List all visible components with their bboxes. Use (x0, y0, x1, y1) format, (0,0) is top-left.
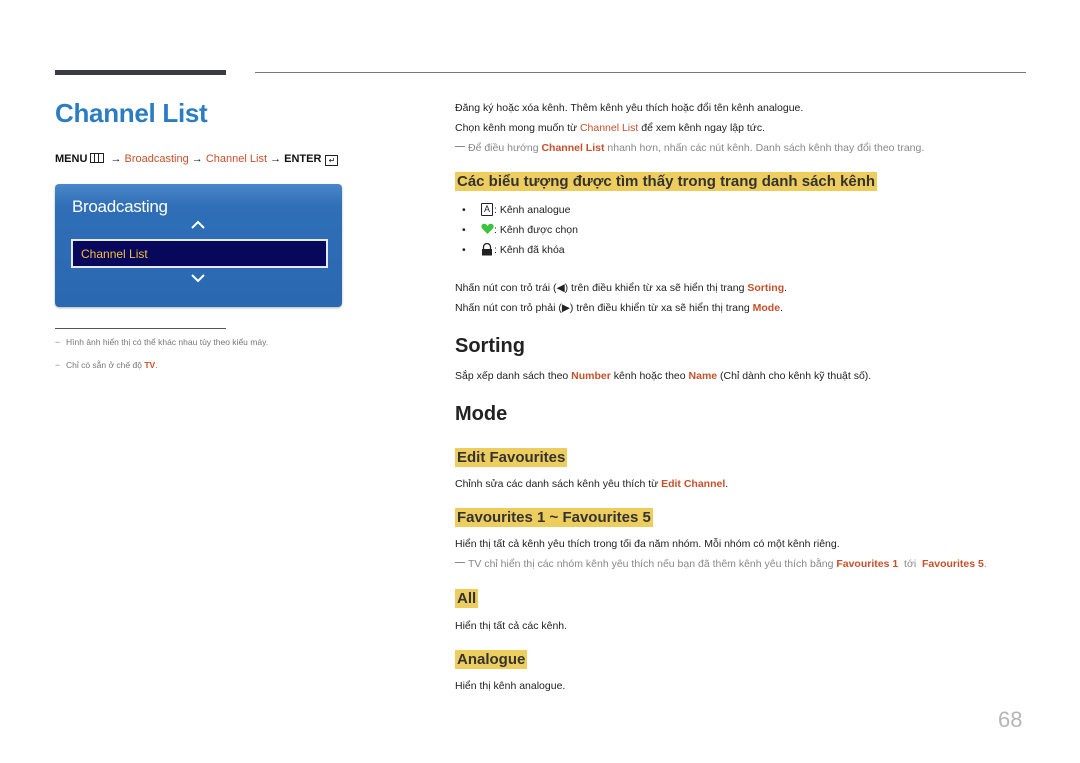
breadcrumb-arrow: → (270, 153, 282, 165)
text: Sắp xếp danh sách theo (455, 370, 572, 382)
analogue-heading: Analogue (455, 650, 528, 669)
menu-grid-icon (90, 153, 105, 163)
favourites-5-ref: Favourites 5 (922, 558, 984, 570)
text: Chỉnh sửa các danh sách kênh yêu thích t… (455, 478, 662, 490)
bullet: • (462, 204, 466, 216)
note-dash: − (55, 337, 60, 347)
enter-icon: ↵ (325, 155, 339, 166)
icon-label: : Kênh analogue (494, 204, 571, 216)
breadcrumb-arrow: → (191, 153, 203, 165)
note-text-end: . (155, 360, 158, 370)
header-rule-thick (55, 70, 226, 75)
text: ) trên điều khiển từ xa sẽ hiển thị tran… (564, 282, 748, 294)
note-text: Hình ảnh hiển thị có thể khác nhau tùy t… (65, 337, 269, 347)
favourites-heading: Favourites 1 ~ Favourites 5 (455, 508, 653, 527)
osd-item-label: Channel List (81, 247, 148, 261)
mode-heading: Mode (455, 403, 508, 425)
note-tv-mode-only: − Chỉ có sẵn ở chế độ TV. (55, 360, 158, 370)
edit-favourites-heading: Edit Favourites (455, 448, 568, 467)
note-dash: − (55, 360, 60, 370)
analogue-a-icon: A (481, 203, 493, 216)
number-ref: Number (571, 370, 611, 382)
text: . (725, 478, 729, 490)
text: ) trên điều khiển từ xa sẽ hiển thị tran… (569, 302, 753, 314)
bullet: • (462, 244, 466, 256)
breadcrumb-arrow: → (110, 153, 122, 165)
chevron-down-icon[interactable] (191, 274, 205, 283)
broadcasting-menu-panel: Broadcasting Channel List (55, 184, 342, 307)
all-description: Hiển thị tất cả các kênh. (455, 620, 568, 632)
text: Chọn kênh mong muốn từ (455, 122, 580, 134)
heart-icon (481, 223, 494, 234)
text: nhanh hơn, nhấn các nút kênh. Danh sách … (604, 142, 925, 154)
left-arrow-icon: ◀ (556, 282, 565, 294)
text: Nhấn nút con trỏ phải ( (455, 302, 562, 314)
osd-item-channel-list[interactable]: Channel List (71, 239, 328, 268)
name-ref: Name (688, 370, 718, 382)
text: kênh hoặc theo (610, 370, 689, 382)
enter-label: ENTER (284, 153, 322, 165)
text: Để điều hướng (468, 142, 542, 154)
all-heading: All (455, 589, 479, 608)
icons-section-heading: Các biểu tượng được tìm thấy trong trang… (455, 172, 878, 191)
intro-line-2: Chọn kênh mong muốn từ Channel List để x… (455, 122, 765, 134)
text: Nhấn nút con trỏ trái ( (455, 282, 557, 294)
text: . (784, 282, 788, 294)
note-model-difference: − Hình ảnh hiển thị có thể khác nhau tùy … (55, 337, 268, 347)
intro-note: Để điều hướng Channel List nhanh hơn, nh… (455, 142, 924, 154)
right-arrow-icon: ▶ (561, 302, 570, 314)
mode-ref: Mode (752, 302, 781, 314)
favourites-1-ref: Favourites 1 (836, 558, 899, 570)
text: TV chỉ hiển thị các nhóm kênh yêu thích … (468, 558, 837, 570)
menu-label: MENU (55, 153, 88, 165)
note-highlight-tv: TV (144, 360, 156, 370)
menu-path-breadcrumb: MENU → Broadcasting → Channel List → ENT… (55, 153, 339, 166)
favourites-note: TV chỉ hiển thị các nhóm kênh yêu thích … (455, 558, 987, 570)
notes-divider (55, 328, 226, 329)
sorting-description: Sắp xếp danh sách theo Number kênh hoặc … (455, 370, 871, 382)
chevron-up-icon[interactable] (191, 220, 205, 229)
intro-line-1: Đăng ký hoặc xóa kênh. Thêm kênh yêu thí… (455, 102, 804, 114)
favourites-description: Hiển thị tất cả kênh yêu thích trong tối… (455, 538, 840, 550)
lock-icon (482, 243, 492, 256)
note-mark-icon (455, 562, 465, 563)
edit-channel-ref: Edit Channel (661, 478, 726, 490)
header-rule-thin (255, 72, 1026, 73)
text: . (780, 302, 783, 314)
sorting-ref: Sorting (747, 282, 785, 294)
note-text: Chỉ có sẵn ở chế độ (65, 360, 145, 370)
channel-list-ref: Channel List (579, 122, 639, 134)
breadcrumb-broadcasting: Broadcasting (124, 153, 189, 165)
note-mark-icon (455, 146, 465, 147)
icon-label: : Kênh được chọn (494, 224, 578, 236)
page-title: Channel List (55, 98, 208, 128)
breadcrumb-channel-list: Channel List (205, 153, 268, 165)
nav-left-instruction: Nhấn nút con trỏ trái (◀) trên điều khiể… (455, 282, 787, 294)
text: để xem kênh ngay lập tức. (638, 122, 765, 134)
edit-favourites-description: Chỉnh sửa các danh sách kênh yêu thích t… (455, 478, 728, 490)
sorting-heading: Sorting (455, 335, 525, 357)
osd-title: Broadcasting (72, 197, 168, 216)
text: tới (898, 558, 922, 570)
text: (Chỉ dành cho kênh kỹ thuật số). (717, 370, 872, 382)
bullet: • (462, 224, 466, 236)
icon-label: : Kênh đã khóa (494, 244, 565, 256)
analogue-description: Hiển thị kênh analogue. (455, 680, 566, 692)
channel-list-ref: Channel List (541, 142, 605, 154)
text: . (983, 558, 987, 570)
nav-right-instruction: Nhấn nút con trỏ phải (▶) trên điều khiể… (455, 302, 783, 314)
page-number: 68 (998, 707, 1023, 732)
